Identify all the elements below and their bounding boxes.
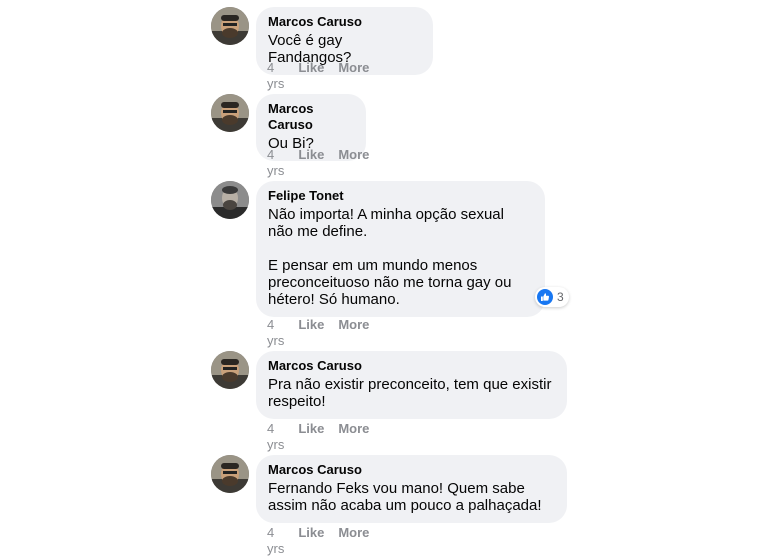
comment-paragraph: Pra não existir preconceito, tem que exi… [268, 376, 552, 410]
comment-author[interactable]: Marcos Caruso [268, 101, 354, 133]
comment-bubble: Felipe Tonet Não importa! A minha opção … [256, 181, 545, 317]
reaction-count-number: 3 [557, 290, 564, 304]
comment-text: Fernando Feks vou mano! Quem sabe assim … [268, 480, 555, 514]
avatar[interactable] [211, 455, 249, 493]
comment-author[interactable]: Felipe Tonet [268, 188, 533, 204]
like-button[interactable]: Like [298, 147, 324, 179]
more-button[interactable]: More [338, 147, 369, 179]
more-button[interactable]: More [338, 421, 369, 453]
comment-bubble: Marcos Caruso Pra não existir preconceit… [256, 351, 567, 419]
comment-timestamp[interactable]: 4 yrs [267, 421, 284, 453]
comment-actions: 4 yrs Like More [267, 147, 369, 179]
comment-actions: 4 yrs Like More [267, 317, 369, 349]
more-button[interactable]: More [338, 525, 369, 557]
more-button[interactable]: More [338, 317, 369, 349]
like-button[interactable]: Like [298, 317, 324, 349]
comment-author[interactable]: Marcos Caruso [268, 462, 555, 478]
avatar[interactable] [211, 94, 249, 132]
like-button[interactable]: Like [298, 525, 324, 557]
comment-paragraph: Não importa! A minha opção sexual não me… [268, 206, 504, 240]
comment-timestamp[interactable]: 4 yrs [267, 147, 284, 179]
reaction-count[interactable]: 3 [535, 287, 569, 307]
comment-actions: 4 yrs Like More [267, 421, 369, 453]
comment-paragraph: E pensar em um mundo menos preconceituos… [268, 257, 512, 308]
comment-text: Não importa! A minha opção sexual não me… [268, 206, 533, 308]
avatar[interactable] [211, 181, 249, 219]
comment-timestamp[interactable]: 4 yrs [267, 60, 284, 92]
comment-bubble: Marcos Caruso Fernando Feks vou mano! Qu… [256, 455, 567, 523]
comment-timestamp[interactable]: 4 yrs [267, 525, 284, 557]
thumbs-up-icon [537, 289, 553, 305]
comment-author[interactable]: Marcos Caruso [268, 14, 421, 30]
avatar[interactable] [211, 351, 249, 389]
comment-timestamp[interactable]: 4 yrs [267, 317, 284, 349]
comment-paragraph: Fernando Feks vou mano! Quem sabe assim … [268, 480, 542, 514]
like-button[interactable]: Like [298, 60, 324, 92]
comment-text: Pra não existir preconceito, tem que exi… [268, 376, 555, 410]
comment-actions: 4 yrs Like More [267, 525, 369, 557]
like-button[interactable]: Like [298, 421, 324, 453]
comment-actions: 4 yrs Like More [267, 60, 369, 92]
comment-author[interactable]: Marcos Caruso [268, 358, 555, 374]
avatar[interactable] [211, 7, 249, 45]
more-button[interactable]: More [338, 60, 369, 92]
